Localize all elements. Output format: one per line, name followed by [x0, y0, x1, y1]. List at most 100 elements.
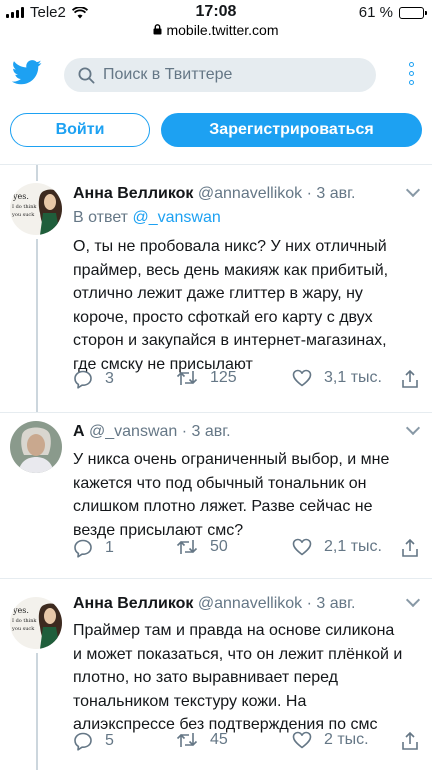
author-name[interactable]: А	[73, 423, 85, 440]
svg-text:I do think: I do think	[12, 618, 37, 624]
battery-icon	[399, 6, 427, 19]
reply-icon	[74, 370, 92, 389]
tweet[interactable]: yes. I do think you suck Анна Велликок @…	[0, 579, 432, 770]
tweet-text-line: У никса очень ограниченный выбор, и мне	[73, 451, 390, 468]
like-count: 3,1 тыс.	[324, 369, 382, 386]
avatar-image: yes. I do think you suck	[10, 183, 62, 235]
signup-button[interactable]: Зарегистрироваться	[161, 113, 422, 147]
reply-mention[interactable]: @_vanswan	[132, 209, 220, 226]
lock-icon	[153, 24, 162, 35]
more-options-icon[interactable]	[409, 62, 414, 85]
tweet-text-line: отлично лежит даже глиттер в жару, ну	[73, 285, 363, 302]
share-button[interactable]	[401, 731, 419, 751]
tweet-text-line: короче, просто сфоткай его карту с двух	[73, 308, 373, 326]
login-button[interactable]: Войти	[10, 113, 150, 147]
chevron-down-icon[interactable]	[405, 420, 421, 436]
tweet-actions: 5 45 2 тыс.	[73, 731, 423, 753]
avatar[interactable]: yes. I do think you suck	[10, 183, 62, 235]
author-handle[interactable]: @annavellikok	[198, 185, 302, 202]
svg-text:you suck: you suck	[11, 212, 35, 218]
tweet-actions: 3 125 3,1 тыс.	[73, 369, 423, 391]
reply-icon	[74, 732, 92, 751]
tweet-text-line: кажется что под обычный тональник он	[73, 474, 367, 492]
reply-icon	[74, 539, 92, 558]
svg-text:I do think: I do think	[12, 204, 37, 210]
search-placeholder: Поиск в Твиттере	[103, 66, 233, 83]
like-count: 2 тыс.	[324, 731, 369, 748]
auth-bar: Войти Зарегистрироваться	[0, 113, 432, 149]
tweet-text: О, ты не пробовала никс? У них отличный …	[73, 235, 413, 376]
reply-button[interactable]: 3	[73, 369, 114, 389]
avatar-image: yes. I do think you suck	[10, 597, 62, 649]
tweet-text-line: О, ты не пробовала никс? У них отличный	[73, 238, 387, 255]
tweet-date[interactable]: · 3 авг.	[182, 423, 231, 440]
tweet-text-line: тональником текстуру кожи. На	[73, 692, 307, 710]
chevron-down-icon[interactable]	[405, 182, 421, 198]
retweet-icon	[176, 371, 198, 385]
battery-info: 61 %	[358, 4, 427, 21]
tweet[interactable]: yes. I do think you suck Анна Велликок @…	[0, 165, 432, 412]
share-icon	[402, 538, 418, 557]
reply-button[interactable]: 1	[73, 538, 114, 558]
like-button[interactable]: 2 тыс.	[292, 731, 369, 749]
thread-line	[36, 239, 38, 412]
chevron-down-icon[interactable]	[405, 592, 421, 608]
reply-to: В ответ @_vanswan	[73, 209, 221, 227]
battery-percent: 61 %	[358, 4, 393, 21]
retweet-button[interactable]: 125	[176, 369, 237, 387]
tweet-date[interactable]: · 3 авг.	[307, 595, 356, 612]
retweet-button[interactable]: 50	[176, 538, 228, 556]
svg-text:yes.: yes.	[12, 606, 29, 615]
browser-url-bar[interactable]: mobile.twitter.com	[0, 22, 432, 42]
share-icon	[402, 731, 418, 750]
tweet-text-line: Праймер там и правда на основе силикона	[73, 622, 395, 639]
tweet-text: Праймер там и правда на основе силикона …	[73, 619, 413, 737]
tweet-header: Анна Велликок @annavellikok · 3 авг.	[73, 185, 355, 203]
twitter-bird-icon[interactable]	[12, 60, 42, 85]
author-name[interactable]: Анна Велликок	[73, 595, 193, 612]
thread-line	[36, 165, 38, 181]
author-handle[interactable]: @annavellikok	[198, 595, 302, 612]
like-button[interactable]: 2,1 тыс.	[292, 538, 382, 556]
author-name[interactable]: Анна Велликок	[73, 185, 193, 202]
heart-icon	[292, 538, 312, 556]
retweet-count: 45	[210, 731, 228, 748]
reply-count: 1	[105, 539, 114, 556]
share-icon	[402, 369, 418, 388]
share-button[interactable]	[401, 538, 419, 558]
tweet-header: Анна Велликок @annavellikok · 3 авг.	[73, 595, 355, 613]
avatar[interactable]: yes. I do think you suck	[10, 597, 62, 649]
retweet-icon	[176, 540, 198, 554]
retweet-count: 50	[210, 538, 228, 555]
heart-icon	[292, 731, 312, 749]
thread-line	[36, 653, 38, 770]
reply-count: 3	[105, 370, 114, 387]
tweet-header: А @_vanswan · 3 авг.	[73, 423, 231, 441]
reply-button[interactable]: 5	[73, 731, 114, 751]
heart-icon	[292, 369, 312, 387]
tweet-text-line: слишком плотно ляжет. Разве сейчас не	[73, 498, 373, 515]
retweet-button[interactable]: 45	[176, 731, 228, 749]
top-header: Поиск в Твиттере	[0, 48, 432, 100]
reply-prefix: В ответ	[73, 209, 129, 226]
tweet-date[interactable]: · 3 авг.	[307, 185, 356, 202]
tweet-text-line: праймер, весь день макияж как прибитый,	[73, 261, 389, 279]
tweet-text: У никса очень ограниченный выбор, и мне …	[73, 448, 413, 542]
reply-count: 5	[105, 732, 114, 749]
search-input[interactable]: Поиск в Твиттере	[64, 58, 376, 92]
share-button[interactable]	[401, 369, 419, 389]
tweet-text-line: плотно, но зато выравнивает перед	[73, 669, 339, 686]
svg-text:you suck: you suck	[11, 626, 35, 632]
avatar[interactable]	[10, 421, 62, 473]
svg-text:yes.: yes.	[12, 192, 29, 201]
like-count: 2,1 тыс.	[324, 538, 382, 555]
like-button[interactable]: 3,1 тыс.	[292, 369, 382, 387]
author-handle[interactable]: @_vanswan	[89, 423, 177, 440]
retweet-icon	[176, 733, 198, 747]
search-icon	[78, 67, 95, 84]
tweet[interactable]: А @_vanswan · 3 авг. У никса очень огран…	[0, 413, 432, 578]
retweet-count: 125	[210, 369, 237, 386]
url-text: mobile.twitter.com	[166, 22, 279, 38]
status-bar: Tele2 17:08 61 %	[0, 0, 432, 22]
tweet-actions: 1 50 2,1 тыс.	[73, 538, 423, 560]
